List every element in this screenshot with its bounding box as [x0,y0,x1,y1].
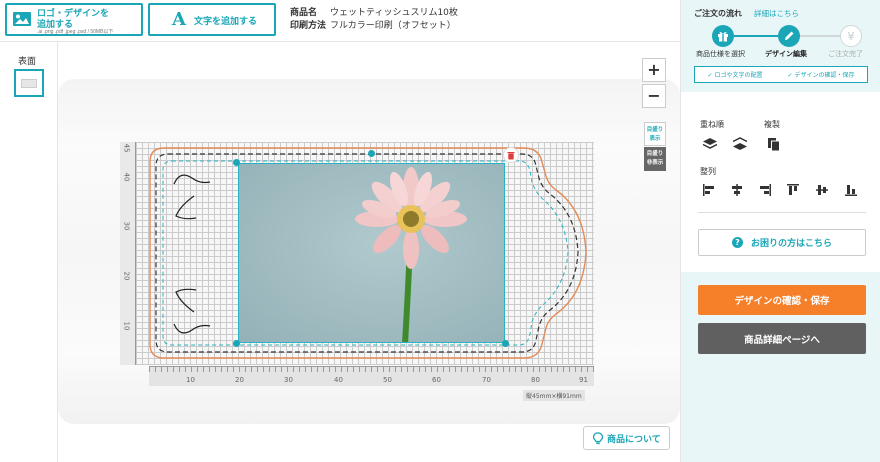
product-detail-label: 商品詳細ページへ [744,334,820,346]
flower-illustration [355,167,467,342]
layer-order-label: 重ね順 [700,120,724,129]
print-method-label: 印刷方法 [290,21,327,31]
step-2-circle [778,25,800,47]
product-name-label: 商品名 [290,8,318,18]
ruler-x-label: 60 [432,376,441,384]
ruler-x-label: 80 [531,376,540,384]
selection-handle[interactable] [233,340,240,347]
product-info: 商品名 ウェットティッシュスリム10枚 印刷方法 フルカラー印刷（オフセット） [290,7,458,33]
page-panel: 表面 [0,42,58,462]
trash-icon [507,151,515,159]
grid-hide-label: 非表示 [646,160,664,166]
size-note: 縦45mm×横91mm [523,390,585,401]
product-detail-button[interactable]: 商品詳細ページへ [698,323,866,354]
gift-icon [718,31,728,42]
grid-show-label: 目盛り [646,127,664,133]
help-icon: ? [731,237,743,248]
confirm-save-button[interactable]: デザインの確認・保存 [698,285,866,315]
yen-icon: ¥ [847,29,855,43]
align-middle-button[interactable] [811,179,833,201]
selection-handle[interactable] [233,159,240,166]
step-2-label: デザイン編集 [765,50,807,58]
ruler-y-label: 30 [122,221,131,231]
flow-detail-link[interactable]: 詳細はこちら [754,8,799,19]
ruler-y-label: 40 [122,172,131,182]
step-3-circle: ¥ [840,25,862,47]
grid-hide-button[interactable]: 目盛り 非表示 [644,147,666,171]
bring-forward-button[interactable] [699,133,721,155]
right-panel: ご注文の流れ 詳細はこちら 商品仕様を選択 デザイン編集 ¥ ご注文完了 ✓ ロ… [680,0,880,462]
grid-show-label: 表示 [649,136,661,142]
lightbulb-icon [593,431,603,444]
page-front-thumbnail[interactable] [14,69,44,97]
image-icon [12,11,32,29]
product-name-value: ウェットティッシュスリム10枚 [330,8,458,18]
align-right-button[interactable] [754,179,776,201]
about-product-label: 商品について [607,434,661,445]
align-middle-icon [816,185,828,195]
selection-handle[interactable] [368,150,375,157]
copy-icon [768,137,780,151]
duplicate-label: 複製 [764,120,780,129]
align-center-h-button[interactable] [726,179,748,201]
add-logo-formats: .ai .png .pdf .jpeg .psd / 50MB以下 [37,29,114,35]
help-button[interactable]: ? お困りの方はこちら [698,229,866,256]
grid-show-button[interactable]: 目盛り 表示 [644,122,666,146]
page-front-label: 表面 [18,57,37,67]
align-label: 整列 [700,167,716,176]
ruler-x-label: 10 [186,376,195,384]
grid-hide-label: 目盛り [646,151,664,157]
add-text-button[interactable]: A 文字を追加する [148,3,276,36]
ruler-x-label: 20 [235,376,244,384]
ruler-y-label: 20 [122,271,131,281]
zoom-in-button[interactable]: + [642,58,666,82]
align-left-icon [703,184,714,196]
add-text-label: 文字を追加する [194,16,258,26]
align-right-icon [760,184,771,196]
ruler-x-label: 50 [383,376,392,384]
align-center-icon [732,184,742,196]
ruler-x-label: 91 [579,376,588,384]
about-product-button[interactable]: 商品について [583,426,670,450]
check-item: ✓ ロゴや文字の配置 [707,72,763,79]
top-toolbar: ロゴ・デザインを 追加する .ai .png .pdf .jpeg .psd /… [0,0,680,42]
add-logo-button[interactable]: ロゴ・デザインを 追加する .ai .png .pdf .jpeg .psd /… [5,3,143,36]
confirm-save-label: デザインの確認・保存 [734,296,830,307]
print-method-value: フルカラー印刷（オフセット） [330,21,456,31]
layers-up-icon [702,138,718,149]
align-top-icon [787,184,799,195]
delete-image-button[interactable] [503,147,519,163]
ruler-vertical: 45 40 30 20 10 [120,142,136,365]
selection-handle[interactable] [502,340,509,347]
zoom-out-button[interactable]: − [642,84,666,108]
align-left-button[interactable] [698,179,720,201]
layers-down-icon [732,137,748,150]
step-1-circle [712,25,734,47]
step-checklist: ✓ ロゴや文字の配置 ✓ デザインの確認・保存 [694,66,868,83]
align-bottom-icon [845,185,857,196]
ruler-x-label: 30 [284,376,293,384]
placed-image-flower[interactable] [238,163,505,343]
design-canvas-area: 45 40 30 20 10 10 20 30 40 50 60 70 80 9… [58,42,680,462]
send-backward-button[interactable] [729,133,751,155]
order-flow: ご注文の流れ 詳細はこちら 商品仕様を選択 デザイン編集 ¥ ご注文完了 ✓ ロ… [681,0,880,92]
text-a-icon: A [172,9,186,30]
ruler-x-label: 40 [334,376,343,384]
pencil-icon [785,31,794,40]
ruler-y-label: 10 [122,321,131,331]
ruler-x-label: 70 [482,376,491,384]
ruler-y-label: 45 [122,143,131,153]
check-item: ✓ デザインの確認・保存 [787,72,855,79]
duplicate-button[interactable] [763,133,785,155]
step-1-label: 商品仕様を選択 [696,50,745,58]
align-bottom-button[interactable] [840,179,862,201]
flow-title: ご注文の流れ [694,9,742,18]
step-3-label: ご注文完了 [828,50,863,58]
divider [698,212,866,213]
align-top-button[interactable] [782,179,804,201]
ruler-horizontal: 10 20 30 40 50 60 70 80 91 [149,366,594,386]
help-label: お困りの方はこちら [750,239,832,249]
